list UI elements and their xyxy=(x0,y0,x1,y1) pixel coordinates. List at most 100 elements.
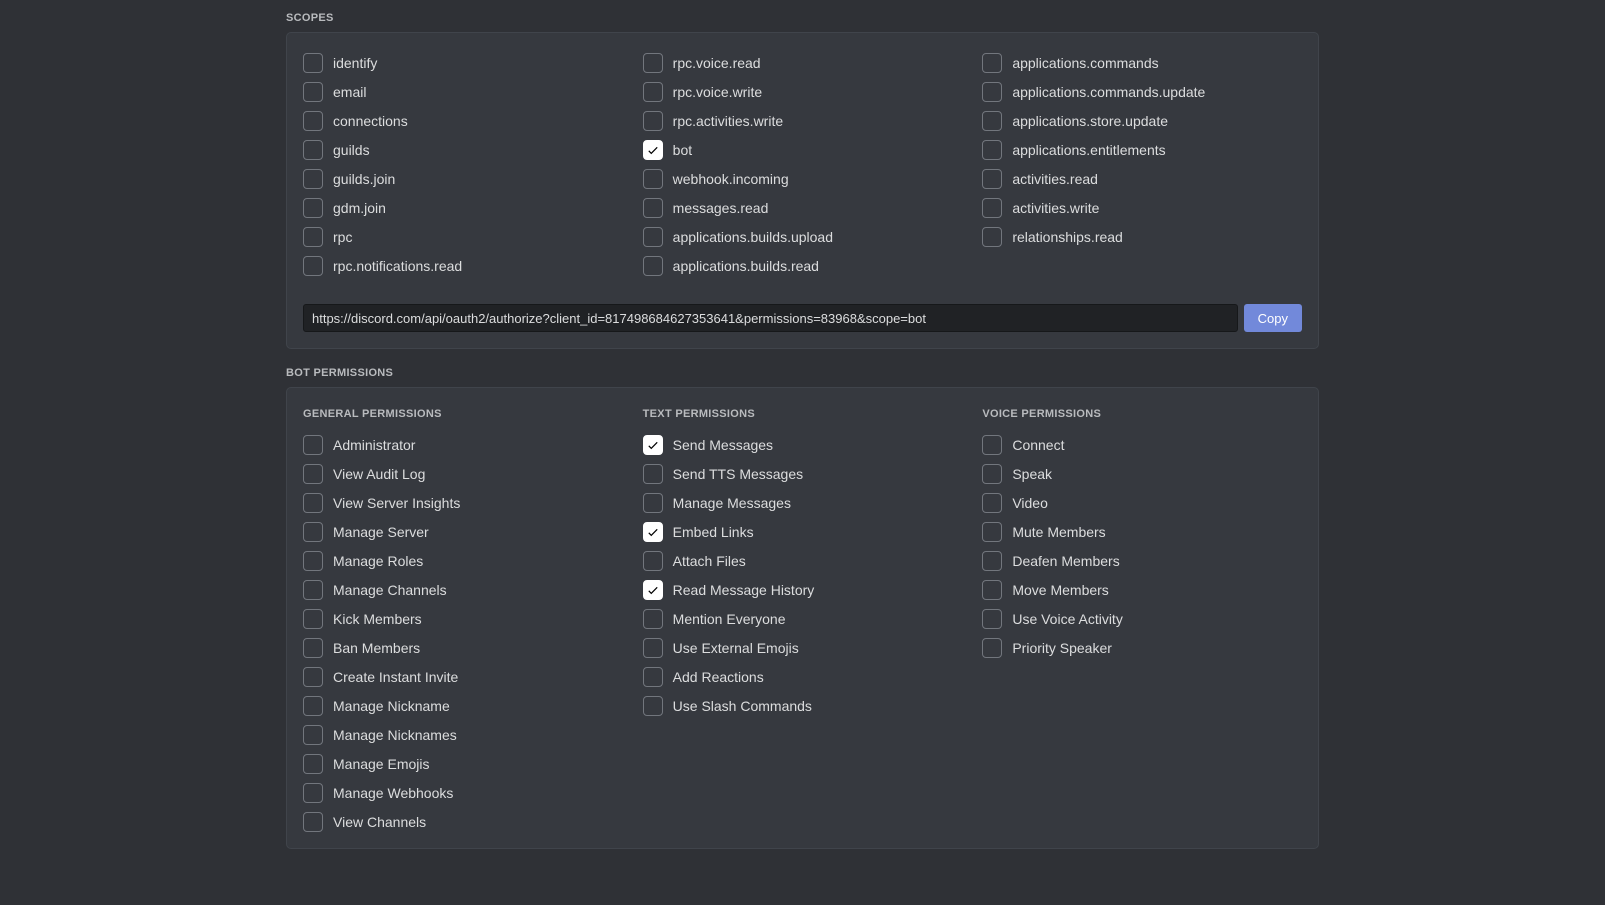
checkbox-embed-links[interactable] xyxy=(643,522,663,542)
checkbox-label: applications.entitlements xyxy=(1012,142,1165,158)
checkbox-label: Manage Server xyxy=(333,524,429,540)
checkbox-create-instant-invite[interactable] xyxy=(303,667,323,687)
checkbox-applications-commands[interactable] xyxy=(982,53,1002,73)
checkbox-priority-speaker[interactable] xyxy=(982,638,1002,658)
checkbox-label: rpc.activities.write xyxy=(673,113,783,129)
checkbox-mention-everyone[interactable] xyxy=(643,609,663,629)
checkbox-messages-read[interactable] xyxy=(643,198,663,218)
checkbox-label: rpc.notifications.read xyxy=(333,258,462,274)
scopes-panel: identifyemailconnectionsguildsguilds.joi… xyxy=(286,32,1319,349)
checkbox-connect[interactable] xyxy=(982,435,1002,455)
checkbox-label: applications.builds.read xyxy=(673,258,819,274)
checkbox-label: activities.read xyxy=(1012,171,1098,187)
checkbox-label: Move Members xyxy=(1012,582,1108,598)
checkbox-identify[interactable] xyxy=(303,53,323,73)
checkbox-label: applications.commands.update xyxy=(1012,84,1205,100)
checkbox-email[interactable] xyxy=(303,82,323,102)
scopes-title: SCOPES xyxy=(286,12,1319,24)
checkbox-send-messages[interactable] xyxy=(643,435,663,455)
checkbox-manage-server[interactable] xyxy=(303,522,323,542)
checkbox-label: Connect xyxy=(1012,437,1064,453)
checkbox-applications-commands-update[interactable] xyxy=(982,82,1002,102)
checkbox-label: email xyxy=(333,84,366,100)
checkbox-label: messages.read xyxy=(673,200,769,216)
checkbox-label: applications.store.update xyxy=(1012,113,1168,129)
checkbox-video[interactable] xyxy=(982,493,1002,513)
checkbox-rpc-notifications-read[interactable] xyxy=(303,256,323,276)
checkbox-applications-builds-upload[interactable] xyxy=(643,227,663,247)
checkbox-manage-roles[interactable] xyxy=(303,551,323,571)
checkbox-activities-read[interactable] xyxy=(982,169,1002,189)
checkbox-manage-messages[interactable] xyxy=(643,493,663,513)
checkbox-view-server-insights[interactable] xyxy=(303,493,323,513)
checkbox-connections[interactable] xyxy=(303,111,323,131)
checkbox-ban-members[interactable] xyxy=(303,638,323,658)
checkbox-manage-nickname[interactable] xyxy=(303,696,323,716)
checkbox-label: Mention Everyone xyxy=(673,611,786,627)
checkbox-move-members[interactable] xyxy=(982,580,1002,600)
checkbox-manage-emojis[interactable] xyxy=(303,754,323,774)
checkbox-applications-entitlements[interactable] xyxy=(982,140,1002,160)
checkbox-label: applications.commands xyxy=(1012,55,1158,71)
checkbox-kick-members[interactable] xyxy=(303,609,323,629)
permissions-title: BOT PERMISSIONS xyxy=(286,367,1319,379)
checkbox-manage-nicknames[interactable] xyxy=(303,725,323,745)
checkbox-label: Attach Files xyxy=(673,553,746,569)
checkbox-webhook-incoming[interactable] xyxy=(643,169,663,189)
checkbox-label: Priority Speaker xyxy=(1012,640,1112,656)
checkbox-label: relationships.read xyxy=(1012,229,1123,245)
oauth-url-input[interactable] xyxy=(303,304,1238,332)
checkbox-label: guilds xyxy=(333,142,370,158)
checkbox-deafen-members[interactable] xyxy=(982,551,1002,571)
checkbox-label: Send TTS Messages xyxy=(673,466,803,482)
checkbox-label: Send Messages xyxy=(673,437,773,453)
checkbox-label: connections xyxy=(333,113,408,129)
checkbox-guilds-join[interactable] xyxy=(303,169,323,189)
checkbox-label: gdm.join xyxy=(333,200,386,216)
checkbox-use-external-emojis[interactable] xyxy=(643,638,663,658)
checkbox-label: Manage Emojis xyxy=(333,756,430,772)
checkbox-manage-webhooks[interactable] xyxy=(303,783,323,803)
checkbox-applications-builds-read[interactable] xyxy=(643,256,663,276)
permissions-panel: GENERAL PERMISSIONSAdministratorView Aud… xyxy=(286,387,1319,849)
checkbox-rpc-voice-read[interactable] xyxy=(643,53,663,73)
checkbox-attach-files[interactable] xyxy=(643,551,663,571)
checkbox-activities-write[interactable] xyxy=(982,198,1002,218)
permission-group-heading: TEXT PERMISSIONS xyxy=(643,408,963,420)
checkbox-rpc-voice-write[interactable] xyxy=(643,82,663,102)
checkbox-label: Manage Channels xyxy=(333,582,447,598)
checkbox-label: Use External Emojis xyxy=(673,640,799,656)
checkbox-bot[interactable] xyxy=(643,140,663,160)
checkbox-applications-store-update[interactable] xyxy=(982,111,1002,131)
checkbox-label: Manage Messages xyxy=(673,495,791,511)
checkbox-label: rpc xyxy=(333,229,352,245)
checkbox-administrator[interactable] xyxy=(303,435,323,455)
checkbox-guilds[interactable] xyxy=(303,140,323,160)
checkbox-use-voice-activity[interactable] xyxy=(982,609,1002,629)
checkbox-label: View Audit Log xyxy=(333,466,425,482)
checkbox-rpc-activities-write[interactable] xyxy=(643,111,663,131)
checkbox-label: rpc.voice.read xyxy=(673,55,761,71)
checkbox-label: Administrator xyxy=(333,437,415,453)
checkbox-view-channels[interactable] xyxy=(303,812,323,832)
checkbox-relationships-read[interactable] xyxy=(982,227,1002,247)
checkbox-gdm-join[interactable] xyxy=(303,198,323,218)
checkbox-mute-members[interactable] xyxy=(982,522,1002,542)
checkbox-add-reactions[interactable] xyxy=(643,667,663,687)
checkbox-view-audit-log[interactable] xyxy=(303,464,323,484)
checkbox-label: Speak xyxy=(1012,466,1052,482)
checkbox-manage-channels[interactable] xyxy=(303,580,323,600)
checkbox-label: Video xyxy=(1012,495,1048,511)
checkbox-label: Manage Nickname xyxy=(333,698,450,714)
checkbox-label: Read Message History xyxy=(673,582,815,598)
copy-button[interactable]: Copy xyxy=(1244,304,1302,332)
checkbox-label: rpc.voice.write xyxy=(673,84,762,100)
checkbox-rpc[interactable] xyxy=(303,227,323,247)
checkbox-label: View Server Insights xyxy=(333,495,460,511)
checkbox-speak[interactable] xyxy=(982,464,1002,484)
checkbox-label: webhook.incoming xyxy=(673,171,789,187)
checkbox-use-slash-commands[interactable] xyxy=(643,696,663,716)
checkbox-send-tts-messages[interactable] xyxy=(643,464,663,484)
checkbox-read-message-history[interactable] xyxy=(643,580,663,600)
checkbox-label: Manage Webhooks xyxy=(333,785,453,801)
